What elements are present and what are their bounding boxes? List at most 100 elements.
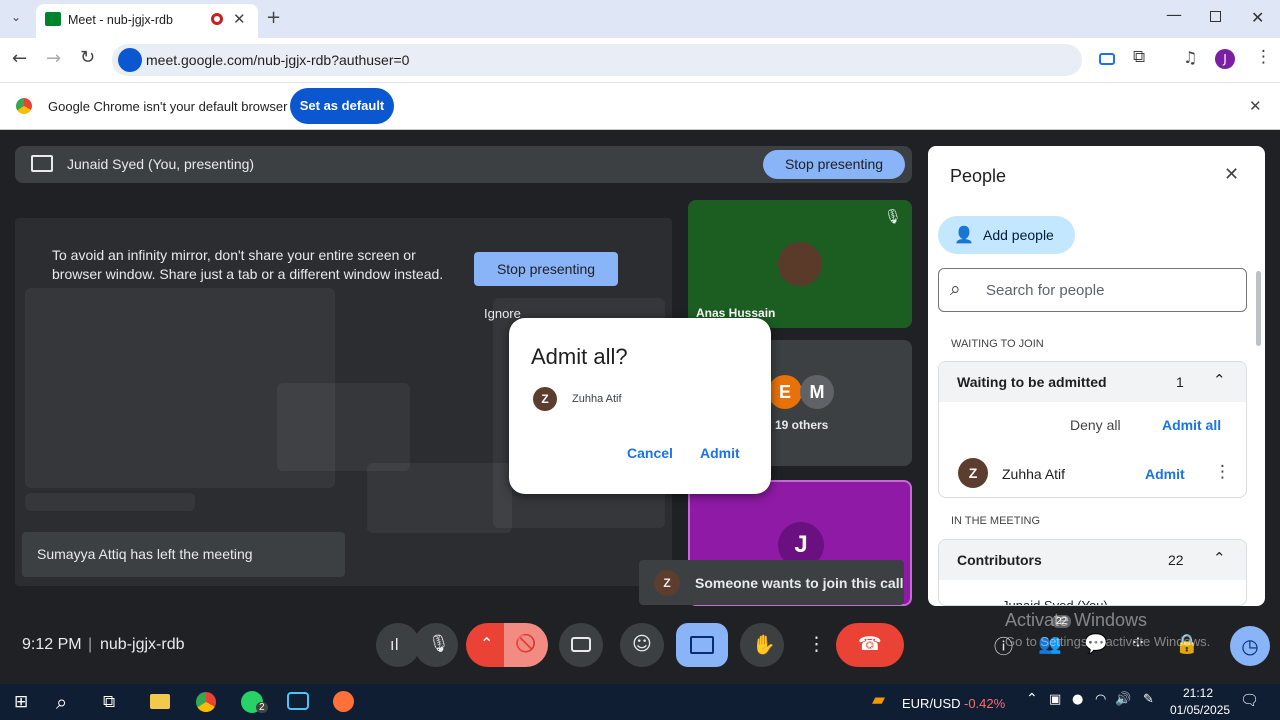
reload-icon[interactable]: ↻	[80, 47, 95, 68]
participant-tile-anas[interactable]: 🎙 Anas Hussain	[688, 200, 912, 328]
stop-presenting-button[interactable]: Stop presenting	[763, 150, 905, 179]
tray-chevron-icon[interactable]: ⌃	[1026, 691, 1038, 707]
wifi-icon[interactable]: ◠	[1095, 692, 1106, 707]
back-icon[interactable]: ←	[12, 48, 27, 69]
dialog-person-avatar: Z	[533, 387, 557, 411]
chrome-taskbar-icon[interactable]	[196, 692, 216, 712]
add-people-label: Add people	[983, 227, 1054, 243]
new-tab-icon[interactable]: +	[266, 7, 281, 28]
contributors-card: Contributors 22 ⌃ Junaid Syed (You)	[938, 539, 1247, 606]
url-text[interactable]: meet.google.com/nub-jgjx-rdb?authuser=0	[146, 52, 409, 68]
profile-avatar[interactable]: J	[1215, 49, 1235, 69]
admit-all-button[interactable]: Admit all	[1162, 417, 1221, 433]
in-meeting-section-label: IN THE MEETING	[951, 515, 1041, 527]
admit-person-button[interactable]: Admit	[1145, 466, 1185, 482]
others-count-label: 19 others	[775, 418, 829, 432]
leave-call-button[interactable]: ☎	[836, 623, 904, 667]
camera-options-button[interactable]: ⌃	[466, 623, 506, 667]
collapse-chevron-icon: ⌃	[1213, 371, 1226, 389]
screen-recorder-icon[interactable]	[287, 692, 309, 710]
raise-hand-icon: ✋	[752, 634, 776, 656]
clock-time[interactable]: 21:12	[1183, 686, 1213, 700]
mic-in-use-icon[interactable]	[118, 48, 142, 72]
waiting-list-card: Waiting to be admitted 1 ⌃ Deny all Admi…	[938, 361, 1247, 498]
tab-search-icon[interactable]: ⌄	[11, 10, 21, 24]
waiting-person-avatar: Z	[958, 458, 988, 488]
task-view-icon[interactable]: ⧉	[103, 692, 115, 712]
restore-icon[interactable]	[1210, 11, 1221, 22]
chrome-menu-icon[interactable]: ⋮	[1255, 47, 1272, 67]
stop-presenting-warning-button[interactable]: Stop presenting	[474, 252, 618, 286]
ticker-pair[interactable]: EUR/USD	[902, 696, 961, 711]
left-meeting-toast: Sumayya Attiq has left the meeting	[22, 532, 345, 577]
contributors-label: Contributors	[957, 552, 1042, 568]
present-now-button[interactable]	[676, 623, 728, 667]
divider: |	[88, 636, 93, 653]
other-avatar-e: E	[768, 375, 802, 409]
dialog-title: Admit all?	[531, 344, 628, 369]
search-icon[interactable]: ⌕	[56, 690, 67, 714]
address-bar[interactable]: meet.google.com/nub-jgjx-rdb?authuser=0	[112, 44, 1082, 76]
other-avatar-m: M	[800, 375, 834, 409]
dialog-cancel-button[interactable]: Cancel	[627, 445, 673, 461]
windows-taskbar	[0, 684, 1280, 720]
dialog-admit-button[interactable]: Admit	[700, 445, 740, 461]
close-panel-icon[interactable]: ✕	[1224, 164, 1239, 185]
join-request-toast[interactable]: Z Someone wants to join this call	[639, 560, 904, 605]
infinity-mirror-warning: To avoid an infinity mirror, don't share…	[52, 247, 444, 282]
meeting-code: nub-jgjx-rdb	[100, 636, 185, 653]
deny-all-button[interactable]: Deny all	[1070, 417, 1121, 433]
file-explorer-icon[interactable]	[150, 694, 170, 709]
volume-icon[interactable]: 🔊	[1115, 692, 1131, 707]
currency-chart-icon: ▰	[872, 690, 886, 710]
more-options-icon[interactable]: ⋮	[1214, 462, 1231, 482]
chrome-logo-icon	[16, 98, 32, 114]
search-people-field[interactable]: ⌕ Search for people	[938, 268, 1247, 312]
ignore-button[interactable]: Ignore	[484, 306, 521, 321]
notifications-icon[interactable]: 🗨	[1240, 691, 1259, 709]
screencast-icon[interactable]	[1099, 53, 1115, 65]
emoji-icon: ☺	[632, 633, 652, 655]
forward-icon[interactable]: →	[46, 48, 61, 69]
captions-icon	[571, 637, 591, 652]
minimize-icon[interactable]: —	[1166, 5, 1182, 24]
captions-button[interactable]	[559, 623, 603, 667]
present-screen-icon	[690, 636, 714, 654]
clock-date[interactable]: 01/05/2025	[1170, 703, 1230, 717]
chevron-up-icon: ⌃	[480, 634, 494, 653]
microphone-button[interactable]: 🎙	[414, 623, 458, 667]
dialog-person-name: Zuhha Atif	[572, 393, 622, 405]
muted-mic-icon: 🎙	[884, 209, 902, 225]
join-request-text: Someone wants to join this call	[695, 575, 904, 591]
recording-indicator-icon	[211, 13, 223, 25]
close-tab-icon[interactable]: ✕	[233, 10, 246, 28]
add-people-button[interactable]: 👤 Add people	[938, 216, 1075, 254]
waiting-header[interactable]: Waiting to be admitted 1 ⌃	[939, 362, 1246, 402]
tray-mic-icon[interactable]: ●	[1072, 692, 1083, 707]
waiting-person-name: Zuhha Atif	[1002, 466, 1066, 482]
raise-hand-button[interactable]: ✋	[740, 623, 784, 667]
extensions-icon[interactable]: ⧉	[1133, 47, 1145, 67]
browser-tab-meet[interactable]: Meet - nub-jgjx-rdb ✕	[36, 4, 258, 38]
activate-windows-title: Activate Windows	[1005, 610, 1148, 630]
whatsapp-badge: 2	[256, 702, 268, 713]
admit-all-dialog: Admit all? Z Zuhha Atif	[509, 318, 771, 494]
firefox-icon[interactable]	[333, 691, 354, 712]
reactions-button[interactable]: ☺	[620, 623, 664, 667]
search-icon: ⌕	[950, 278, 961, 300]
contributors-count: 22	[1168, 552, 1184, 568]
presenting-label: Junaid Syed (You, presenting)	[67, 156, 255, 172]
pen-icon[interactable]: ✎	[1143, 692, 1154, 707]
close-infobar-icon[interactable]: ✕	[1249, 97, 1262, 115]
tray-meet-icon[interactable]: ▣	[1049, 692, 1061, 707]
set-as-default-button[interactable]: Set as default	[290, 88, 394, 124]
camera-toggle-button[interactable]: 🚫	[504, 623, 548, 667]
more-options-button[interactable]: ⋮	[790, 623, 834, 667]
media-control-icon[interactable]: ♫	[1183, 48, 1197, 67]
add-person-icon: 👤	[954, 225, 974, 244]
windows-start-icon[interactable]: ⊞	[14, 692, 28, 712]
meet-timer-icon[interactable]: ◷	[1230, 626, 1270, 666]
panel-scrollbar[interactable]	[1256, 271, 1261, 346]
contributors-header[interactable]: Contributors 22 ⌃	[939, 540, 1246, 580]
close-window-icon[interactable]: ✕	[1251, 8, 1264, 27]
